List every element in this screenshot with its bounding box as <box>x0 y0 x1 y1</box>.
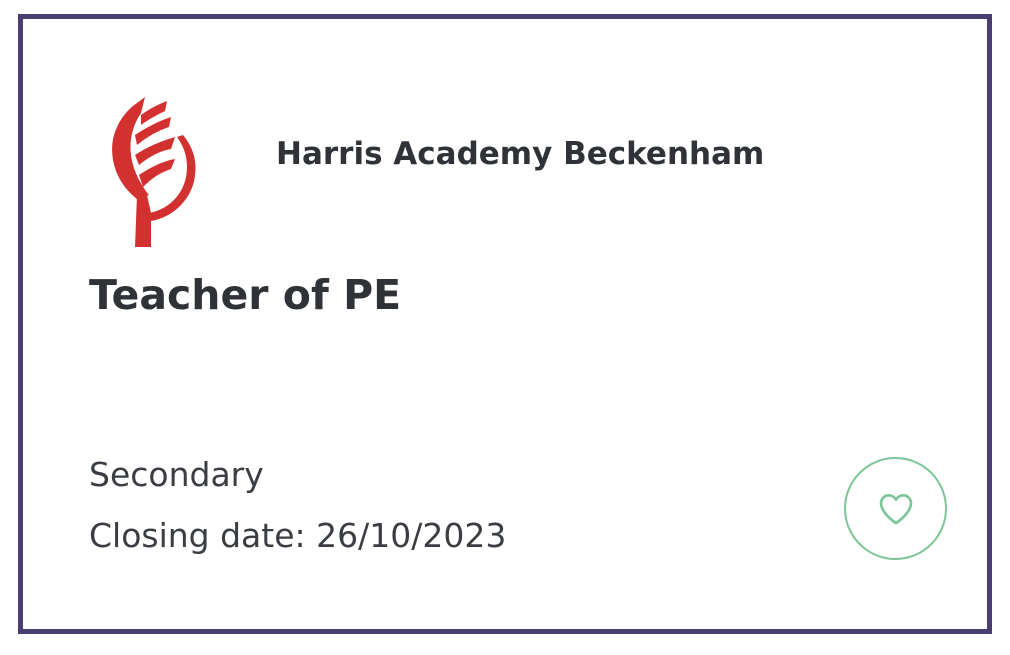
heart-icon <box>879 493 912 524</box>
school-name[interactable]: Harris Academy Beckenham <box>276 136 764 172</box>
job-phase: Secondary <box>89 455 264 494</box>
job-card[interactable]: Harris Academy Beckenham Teacher of PE S… <box>18 14 992 634</box>
job-title[interactable]: Teacher of PE <box>89 271 401 319</box>
closing-date-label: Closing date: <box>89 516 306 555</box>
closing-date-value: 26/10/2023 <box>316 516 507 555</box>
favourite-button[interactable] <box>844 457 947 560</box>
closing-date: Closing date: 26/10/2023 <box>89 516 506 555</box>
school-logo <box>107 95 197 249</box>
